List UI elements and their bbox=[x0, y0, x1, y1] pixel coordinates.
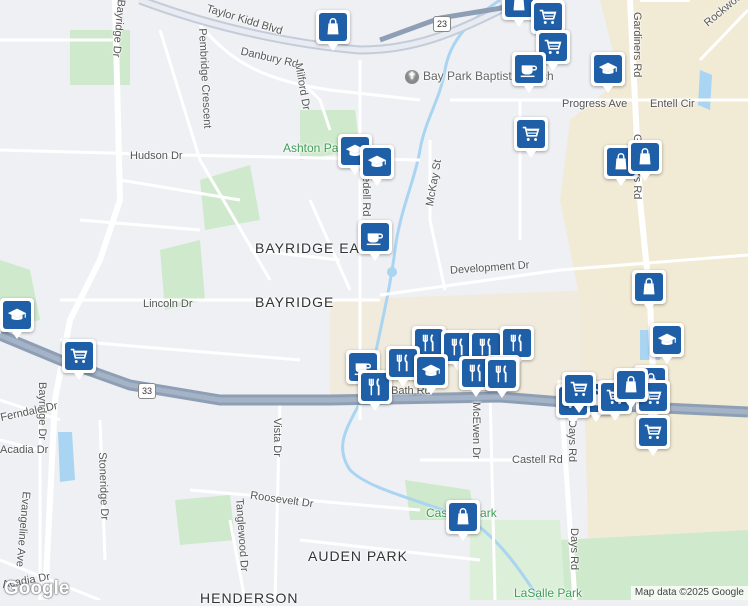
street-label: Lincoln Dr bbox=[143, 298, 193, 310]
restaurant-icon bbox=[396, 354, 408, 372]
shopping-cart-icon bbox=[522, 126, 540, 141]
poi-marker[interactable] bbox=[414, 354, 448, 395]
street-label: Hudson Dr bbox=[130, 150, 183, 162]
graduation-cap-icon bbox=[367, 155, 387, 168]
pond bbox=[58, 432, 75, 482]
street-label: Days Rd bbox=[566, 420, 578, 463]
restaurant-icon bbox=[495, 365, 507, 383]
street-label: Days Rd bbox=[568, 528, 580, 571]
street-label: Entell Cir bbox=[650, 98, 695, 110]
poi-marker[interactable] bbox=[360, 145, 394, 186]
area-label: AUDEN PARK bbox=[308, 548, 408, 564]
park-area bbox=[175, 495, 235, 545]
street-label: Vista Dr bbox=[271, 418, 283, 457]
google-logo: Google bbox=[4, 578, 70, 599]
restaurant-icon bbox=[451, 338, 463, 356]
highway-shield: 23 bbox=[433, 16, 451, 32]
poi-marker[interactable] bbox=[632, 270, 666, 311]
restaurant-icon bbox=[469, 364, 481, 382]
restaurant-icon bbox=[510, 334, 522, 352]
park-label: LaSalle Park bbox=[514, 586, 583, 600]
coffee-cup-icon bbox=[366, 233, 384, 246]
poi-marker[interactable] bbox=[0, 298, 34, 339]
poi-marker[interactable] bbox=[512, 52, 546, 93]
church-icon: ✝ bbox=[405, 69, 419, 84]
street-label: Gardiners Rd bbox=[631, 12, 643, 78]
poi-marker[interactable] bbox=[316, 10, 350, 51]
poi-marker[interactable] bbox=[358, 220, 392, 261]
shopping-cart-icon bbox=[570, 381, 588, 396]
poi-marker[interactable] bbox=[614, 368, 648, 409]
graduation-cap-icon bbox=[657, 333, 677, 346]
street-label: Stoneridge Dr bbox=[96, 452, 111, 521]
poi-marker[interactable] bbox=[650, 323, 684, 364]
highway-shield: 33 bbox=[138, 383, 156, 399]
pond bbox=[698, 70, 712, 110]
poi-marker[interactable] bbox=[636, 415, 670, 456]
restaurant-icon bbox=[368, 378, 380, 396]
graduation-cap-icon bbox=[421, 364, 441, 377]
poi-marker[interactable] bbox=[591, 52, 625, 93]
poi-marker[interactable] bbox=[485, 357, 519, 398]
shopping-bag-icon bbox=[625, 376, 637, 393]
poi-marker[interactable] bbox=[531, 0, 565, 41]
poi-marker[interactable] bbox=[562, 372, 596, 413]
graduation-cap-icon bbox=[7, 308, 27, 321]
shopping-cart-icon bbox=[70, 348, 88, 363]
map-attribution: Map data ©2025 Google bbox=[630, 586, 748, 600]
street-label: Castell Rd bbox=[512, 454, 563, 466]
coffee-cup-icon bbox=[520, 65, 538, 78]
shopping-bag-icon bbox=[643, 278, 655, 295]
shopping-bag-icon bbox=[457, 508, 469, 525]
poi-marker[interactable] bbox=[514, 117, 548, 158]
street-label: Progress Ave bbox=[562, 98, 628, 110]
poi-marker[interactable] bbox=[62, 339, 96, 380]
shopping-bag-icon bbox=[327, 18, 339, 35]
poi-marker[interactable] bbox=[628, 140, 662, 181]
shopping-bag-icon bbox=[513, 0, 525, 11]
pond bbox=[387, 267, 397, 277]
street-label: McEwen Dr bbox=[470, 402, 482, 459]
shopping-bag-icon bbox=[639, 148, 651, 165]
graduation-cap-icon bbox=[598, 62, 618, 75]
area-label: HENDERSON bbox=[200, 590, 299, 606]
shopping-cart-icon bbox=[539, 9, 557, 24]
area-label: BAYRIDGE bbox=[255, 294, 335, 310]
street-label: Acadia Dr bbox=[0, 444, 49, 456]
restaurant-icon bbox=[422, 334, 434, 352]
shopping-cart-icon bbox=[644, 424, 662, 439]
poi-marker[interactable] bbox=[446, 500, 480, 541]
